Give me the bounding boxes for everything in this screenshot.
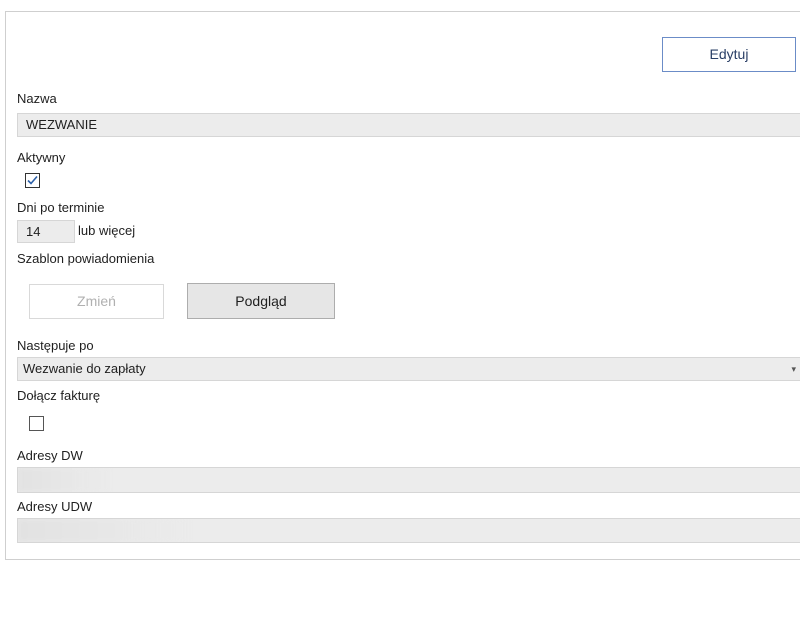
follows-after-label: Następuje po	[17, 338, 94, 353]
attach-invoice-checkbox[interactable]	[29, 416, 44, 431]
redacted-text	[18, 468, 113, 492]
days-after-due-label: Dni po terminie	[17, 200, 104, 215]
cc-addresses-field[interactable]	[17, 467, 800, 493]
edit-button[interactable]: Edytuj	[662, 37, 796, 72]
name-label: Nazwa	[17, 91, 57, 106]
cc-addresses-label: Adresy DW	[17, 448, 83, 463]
follows-after-select[interactable]: Wezwanie do zapłaty ▾	[17, 357, 800, 381]
days-suffix-label: lub więcej	[78, 223, 135, 238]
follows-after-value: Wezwanie do zapłaty	[23, 361, 146, 376]
chevron-down-icon: ▾	[791, 358, 796, 380]
notification-template-label: Szablon powiadomienia	[17, 251, 154, 266]
change-template-button[interactable]: Zmień	[29, 284, 164, 319]
bcc-addresses-field[interactable]	[17, 518, 800, 543]
bcc-addresses-label: Adresy UDW	[17, 499, 92, 514]
days-after-due-field[interactable]: 14	[17, 220, 75, 243]
name-field[interactable]: WEZWANIE	[17, 113, 800, 137]
checkmark-icon	[27, 175, 38, 186]
preview-template-button[interactable]: Podgląd	[187, 283, 335, 319]
redacted-text	[18, 519, 193, 542]
active-label: Aktywny	[17, 150, 65, 165]
active-checkbox[interactable]	[25, 173, 40, 188]
attach-invoice-label: Dołącz fakturę	[17, 388, 100, 403]
